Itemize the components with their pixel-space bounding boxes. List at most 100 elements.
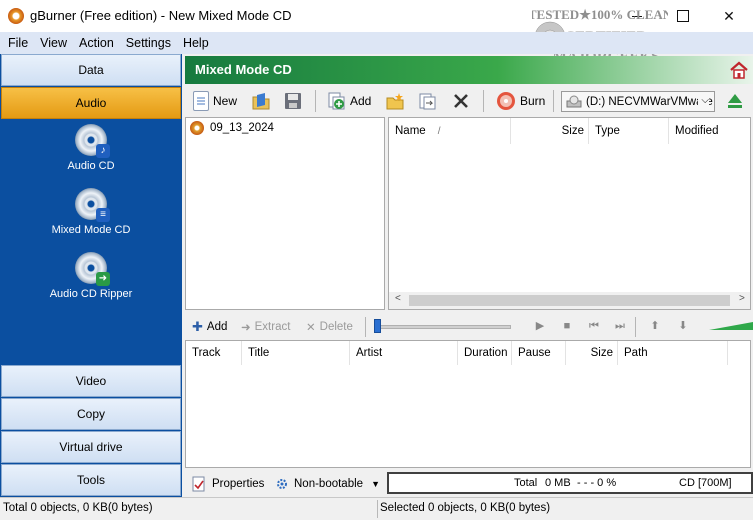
audio-cd-icon: ♪ bbox=[75, 124, 110, 158]
maximize-button[interactable] bbox=[660, 0, 706, 32]
seek-slider[interactable] bbox=[375, 325, 511, 329]
new-button[interactable]: New bbox=[193, 89, 237, 113]
properties-button[interactable]: Properties bbox=[192, 475, 264, 493]
audio-cd-ripper-icon: ➜ bbox=[75, 252, 110, 286]
total-label: Total bbox=[514, 477, 538, 489]
stop-icon[interactable]: ■ bbox=[560, 319, 574, 333]
new-folder-button[interactable] bbox=[385, 89, 409, 113]
category-data[interactable]: Data bbox=[1, 54, 181, 86]
column-path[interactable]: Path bbox=[618, 341, 728, 365]
audio-cd-item[interactable]: ♪ Audio CD bbox=[1, 124, 181, 184]
bottom-bar: Properties Non-bootable ▼ Total 0 MB - -… bbox=[185, 470, 753, 497]
column-artist[interactable]: Artist bbox=[350, 341, 458, 365]
category-virtual-drive[interactable]: Virtual drive bbox=[1, 431, 181, 463]
boot-mode-label: Non-bootable bbox=[294, 478, 364, 490]
delete-track-label: Delete bbox=[319, 321, 353, 333]
delete-track-button[interactable]: ✕ Delete bbox=[306, 318, 353, 336]
boot-mode-dropdown[interactable]: Non-bootable ▼ bbox=[275, 475, 380, 493]
category-tools[interactable]: Tools bbox=[1, 464, 181, 496]
menu-file[interactable]: File bbox=[2, 36, 34, 50]
optical-drive-icon bbox=[566, 95, 582, 107]
save-button[interactable] bbox=[283, 89, 307, 113]
toolbar-separator bbox=[365, 317, 366, 337]
audio-cd-ripper-label: Audio CD Ripper bbox=[49, 288, 133, 300]
new-folder-icon bbox=[386, 93, 404, 110]
play-icon[interactable]: ▶ bbox=[533, 319, 547, 333]
status-total: Total 0 objects, 0 KB(0 bytes) bbox=[3, 502, 153, 514]
audio-cd-label: Audio CD bbox=[67, 160, 115, 172]
menu-settings[interactable]: Settings bbox=[120, 36, 177, 50]
column-title[interactable]: Title bbox=[242, 341, 350, 365]
column-track[interactable]: Track bbox=[186, 341, 242, 365]
menu-help[interactable]: Help bbox=[177, 36, 215, 50]
add-track-button[interactable]: ✚ Add bbox=[192, 318, 227, 336]
add-files-button[interactable]: Add bbox=[326, 89, 371, 113]
eject-icon bbox=[728, 94, 742, 108]
extract-button[interactable]: ➜ Extract bbox=[241, 318, 290, 336]
properties-toolbar-button[interactable] bbox=[417, 89, 441, 113]
menu-action[interactable]: Action bbox=[73, 36, 120, 50]
column-modified[interactable]: Modified bbox=[669, 118, 750, 144]
mixed-mode-cd-label: Mixed Mode CD bbox=[51, 224, 131, 236]
delete-toolbar-button[interactable] bbox=[451, 89, 475, 113]
close-button[interactable]: ✕ bbox=[706, 0, 752, 32]
drive-name: (D:) NECVMWarVMware SATA CD00 bbox=[586, 95, 714, 108]
toolbar-separator bbox=[635, 317, 636, 337]
drive-dropdown[interactable]: (D:) NECVMWarVMware SATA CD00 ⌵ bbox=[561, 91, 715, 112]
audio-cd-ripper-item[interactable]: ➜ Audio CD Ripper bbox=[1, 252, 181, 312]
move-up-icon[interactable]: ⬆ bbox=[648, 319, 662, 333]
add-track-label: Add bbox=[206, 321, 228, 333]
previous-track-icon[interactable]: ⏮ bbox=[587, 319, 601, 333]
chevron-down-icon: ⌵ bbox=[698, 95, 709, 106]
burn-disc-icon bbox=[497, 92, 515, 110]
folder-tree: 09_13_2024 bbox=[185, 117, 385, 310]
column-size[interactable]: Size bbox=[511, 118, 589, 144]
scrollbar-thumb[interactable] bbox=[409, 295, 730, 306]
cd-icon bbox=[190, 121, 204, 135]
open-folder-icon bbox=[252, 93, 270, 110]
add-files-icon bbox=[328, 92, 345, 110]
open-button[interactable] bbox=[251, 89, 275, 113]
next-track-icon[interactable]: ⏭ bbox=[613, 319, 627, 333]
scroll-left-icon[interactable]: < bbox=[395, 293, 401, 304]
delete-icon bbox=[454, 94, 468, 108]
status-bar: Total 0 objects, 0 KB(0 bytes) Selected … bbox=[0, 497, 753, 520]
column-duration[interactable]: Duration bbox=[458, 341, 512, 365]
burn-button[interactable]: Burn bbox=[496, 89, 545, 113]
column-name[interactable]: Name / bbox=[389, 118, 511, 144]
file-list: Name / Size Type Modified < > bbox=[388, 117, 751, 310]
capacity-progress: - - - 0 % bbox=[577, 477, 617, 489]
horizontal-scrollbar[interactable]: < > bbox=[389, 292, 750, 309]
menu-bar: File View Action Settings Help bbox=[0, 32, 753, 54]
column-size[interactable]: Size bbox=[566, 341, 618, 365]
category-video[interactable]: Video bbox=[1, 365, 181, 397]
capacity-bar: Total 0 MB - - - 0 % CD [700M] bbox=[387, 472, 753, 494]
volume-level-icon[interactable] bbox=[709, 321, 753, 331]
new-label: New bbox=[213, 94, 238, 108]
total-value: 0 MB bbox=[545, 477, 571, 489]
eject-button[interactable] bbox=[725, 89, 749, 113]
delete-track-icon: ✕ bbox=[306, 322, 316, 334]
properties-label: Properties bbox=[212, 478, 265, 490]
category-audio[interactable]: Audio bbox=[1, 87, 181, 119]
move-down-icon[interactable]: ⬇ bbox=[676, 319, 690, 333]
tree-root-node[interactable]: 09_13_2024 bbox=[190, 121, 274, 135]
column-pause[interactable]: Pause bbox=[512, 341, 566, 365]
tree-root-label: 09_13_2024 bbox=[210, 122, 274, 134]
column-type[interactable]: Type bbox=[589, 118, 669, 144]
mixed-mode-cd-item[interactable]: ≡ Mixed Mode CD bbox=[1, 188, 181, 248]
menu-view[interactable]: View bbox=[34, 36, 73, 50]
home-icon[interactable] bbox=[729, 60, 749, 80]
window-title: gBurner (Free edition) - New Mixed Mode … bbox=[30, 8, 292, 23]
minimize-button[interactable] bbox=[614, 0, 660, 32]
burn-label: Burn bbox=[520, 94, 546, 108]
save-icon bbox=[285, 93, 301, 109]
category-copy[interactable]: Copy bbox=[1, 398, 181, 430]
main-toolbar: New Add Burn (D:) NECVMWarVMware ⌵ bbox=[185, 86, 753, 116]
chevron-down-icon: ▼ bbox=[371, 479, 380, 489]
seek-slider-thumb[interactable] bbox=[374, 319, 381, 333]
project-title: Mixed Mode CD bbox=[195, 62, 292, 77]
toolbar-separator bbox=[315, 90, 316, 112]
scroll-right-icon[interactable]: > bbox=[739, 293, 745, 304]
extract-label: Extract bbox=[254, 321, 291, 333]
